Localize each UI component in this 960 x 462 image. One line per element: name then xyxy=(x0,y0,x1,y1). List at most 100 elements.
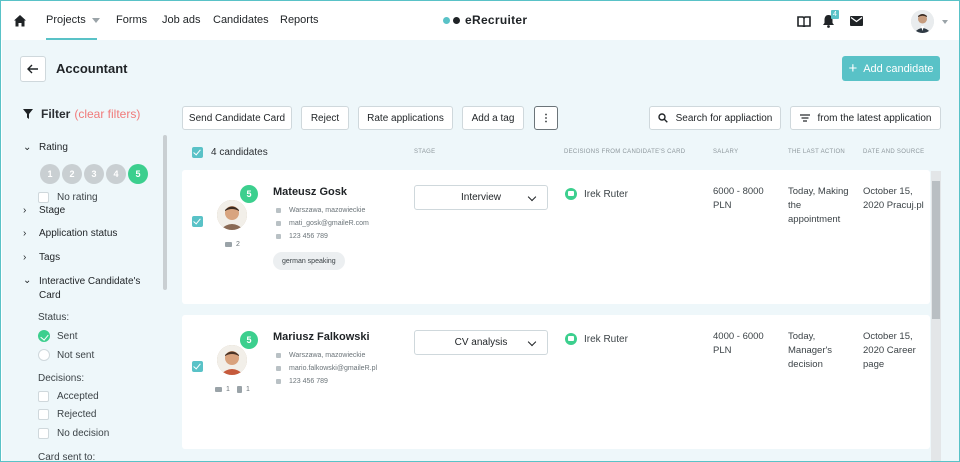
chevron-down-icon xyxy=(527,337,537,347)
candidate-checkbox[interactable] xyxy=(192,361,203,372)
select-all-row[interactable]: 4 candidates xyxy=(192,147,268,158)
thumbs-up-icon xyxy=(565,333,577,345)
filter-interactive-card-toggle[interactable]: ⌄ Interactive Candidate's Card xyxy=(23,275,149,303)
no-rating-checkbox[interactable]: No rating xyxy=(38,192,98,203)
candidate-photo-icon xyxy=(217,345,247,375)
checkbox xyxy=(38,391,49,402)
checkbox xyxy=(38,192,49,203)
decision-rejected-checkbox[interactable]: Rejected xyxy=(38,409,96,420)
rating-4[interactable]: 4 xyxy=(106,164,126,184)
checkbox xyxy=(38,428,49,439)
nav-job-ads[interactable]: Job ads xyxy=(162,14,201,26)
mail-icon[interactable] xyxy=(850,16,863,26)
column-salary: SALARY xyxy=(713,149,739,155)
stage-select[interactable]: CV analysis xyxy=(414,330,548,355)
chevron-down-icon xyxy=(527,192,537,202)
thumbs-up-icon xyxy=(565,188,577,200)
date-source-cell: October 15, 2020 Pracuj.pl xyxy=(863,186,924,211)
top-nav: Projects Forms Job ads Candidates Report… xyxy=(2,2,959,40)
filter-stage-toggle[interactable]: › Stage xyxy=(23,205,65,216)
chevron-down-icon xyxy=(91,17,100,23)
candidate-email[interactable]: mati_gosk@gmaileR.com xyxy=(276,220,369,227)
add-tag-button[interactable]: Add a tag xyxy=(462,106,524,130)
message-count[interactable]: 1 xyxy=(215,386,230,393)
rate-applications-button[interactable]: Rate applications xyxy=(358,106,453,130)
rating-2[interactable]: 2 xyxy=(62,164,82,184)
search-label: Search for appliaction xyxy=(675,112,773,124)
nav-candidates[interactable]: Candidates xyxy=(213,14,269,26)
add-candidate-button[interactable]: + Add candidate xyxy=(842,56,940,81)
column-stage: STAGE xyxy=(414,149,436,155)
status-sent-label: Sent xyxy=(57,330,78,342)
funnel-icon xyxy=(23,109,33,119)
nav-forms[interactable]: Forms xyxy=(116,14,147,26)
more-vertical-icon: ⋮ xyxy=(541,112,551,124)
decision-by: Irek Ruter xyxy=(584,333,628,345)
filter-rating-toggle[interactable]: ⌄ Rating xyxy=(23,142,68,153)
phone-text: 123 456 789 xyxy=(289,233,328,240)
candidate-score-badge: 5 xyxy=(240,331,258,349)
chevron-down-icon[interactable] xyxy=(942,20,948,24)
candidate-name[interactable]: Mariusz Falkowski xyxy=(273,331,370,343)
candidate-tag[interactable]: german speaking xyxy=(273,252,345,270)
date-source-cell: October 15, 2020 Career page xyxy=(863,331,916,370)
candidate-location: Warszawa, mazowieckie xyxy=(276,352,365,359)
select-all-checkbox[interactable] xyxy=(192,147,203,158)
email-icon xyxy=(276,221,281,226)
message-count[interactable]: 2 xyxy=(225,241,240,248)
candidate-name[interactable]: Mateusz Gosk xyxy=(273,186,347,198)
decision-by: Irek Ruter xyxy=(584,188,628,200)
rating-3[interactable]: 3 xyxy=(84,164,104,184)
clear-filters-link[interactable]: (clear filters) xyxy=(74,107,140,121)
status-sent-radio[interactable]: Sent xyxy=(38,330,78,342)
status-not-sent-radio[interactable]: Not sent xyxy=(38,349,94,361)
status-label: Status: xyxy=(38,312,70,323)
candidate-phone[interactable]: 123 456 789 xyxy=(276,233,328,240)
no-rating-label: No rating xyxy=(57,192,98,203)
status-not-sent-label: Not sent xyxy=(57,349,95,361)
candidate-avatar xyxy=(217,345,247,375)
candidate-phone[interactable]: 123 456 789 xyxy=(276,378,328,385)
brand-logo[interactable]: eRecruiter xyxy=(443,13,527,27)
page-title: Accountant xyxy=(56,61,128,76)
send-candidate-card-button[interactable]: Send Candidate Card xyxy=(182,106,292,130)
more-options-button[interactable]: ⋮ xyxy=(534,106,558,130)
checkbox xyxy=(38,409,49,420)
envelope-icon xyxy=(225,242,232,247)
user-avatar[interactable] xyxy=(911,10,934,33)
document-count[interactable]: 1 xyxy=(237,386,250,393)
stage-value: CV analysis xyxy=(454,337,508,348)
chevron-down-icon: ⌄ xyxy=(23,275,32,286)
filter-scrollbar[interactable] xyxy=(163,135,167,290)
home-icon[interactable] xyxy=(13,14,27,28)
filter-tags-toggle[interactable]: › Tags xyxy=(23,252,60,263)
salary-cell: 6000 - 8000 PLN xyxy=(713,186,764,211)
column-decisions: DECISIONS FROM CANDIDATE'S CARD xyxy=(564,149,686,155)
list-scrollbar-thumb[interactable] xyxy=(932,181,940,319)
candidate-count: 4 candidates xyxy=(211,147,268,158)
rating-5[interactable]: 5 xyxy=(128,164,148,184)
arrow-left-icon xyxy=(27,64,38,74)
filter-application-status-toggle[interactable]: › Application status xyxy=(23,228,117,239)
rating-1[interactable]: 1 xyxy=(40,164,60,184)
stage-select[interactable]: Interview xyxy=(414,185,548,210)
candidate-avatar xyxy=(217,200,247,230)
email-icon xyxy=(276,366,281,371)
book-icon[interactable] xyxy=(797,16,811,27)
candidate-email[interactable]: mario.falkowski@gmaileR.pl xyxy=(276,365,377,372)
candidate-checkbox[interactable] xyxy=(192,216,203,227)
column-date-source: DATE AND SOURCE xyxy=(863,149,925,155)
reject-button[interactable]: Reject xyxy=(301,106,349,130)
sort-dropdown[interactable]: from the latest application xyxy=(790,106,941,130)
decision-cell: Irek Ruter xyxy=(565,333,628,345)
back-button[interactable] xyxy=(20,56,46,82)
sort-icon xyxy=(799,114,810,122)
email-text: mario.falkowski@gmaileR.pl xyxy=(289,365,378,372)
nav-reports[interactable]: Reports xyxy=(280,14,319,26)
decision-none-checkbox[interactable]: No decision xyxy=(38,428,109,439)
rating-selector: 1 2 3 4 5 xyxy=(40,164,150,184)
search-application-button[interactable]: Search for appliaction xyxy=(649,106,781,130)
decision-accepted-checkbox[interactable]: Accepted xyxy=(38,391,99,402)
nav-projects[interactable]: Projects xyxy=(46,14,100,26)
chevron-down-icon: ⌄ xyxy=(23,142,32,153)
